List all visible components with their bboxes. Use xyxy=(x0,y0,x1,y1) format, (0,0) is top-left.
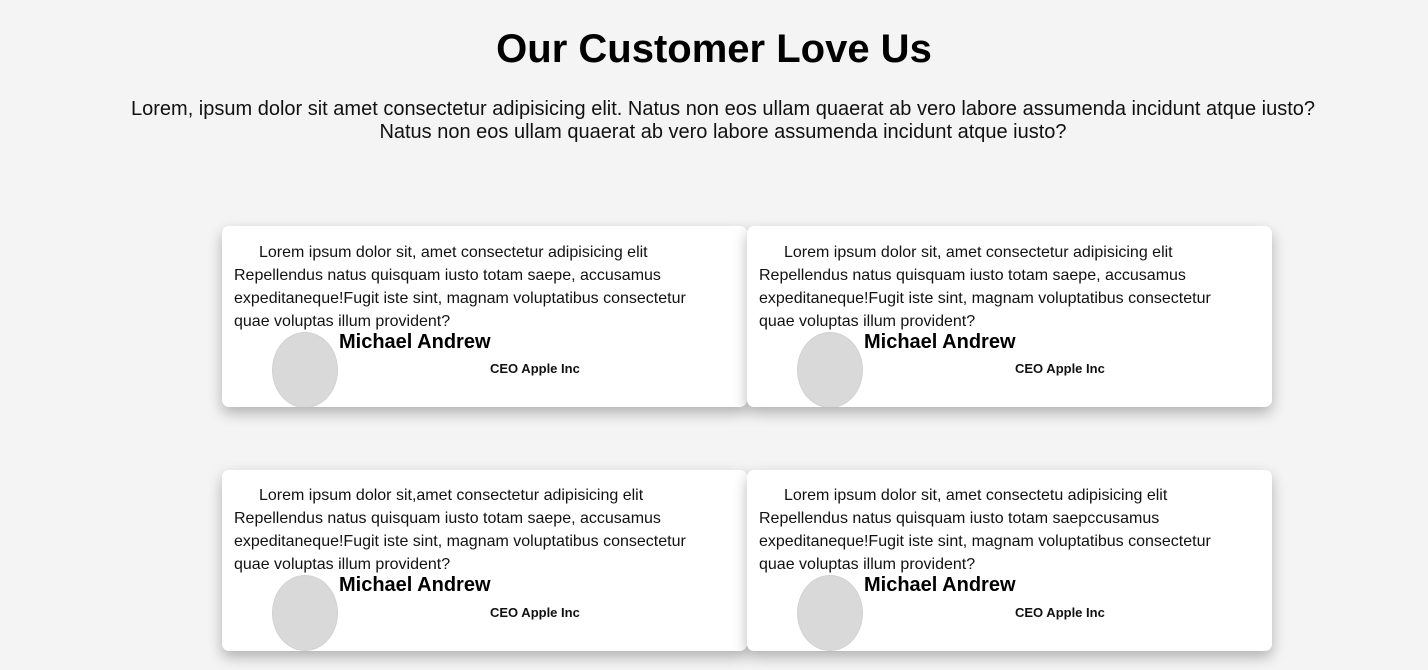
testimonial-text: Lorem ipsum dolor sit, amet consectetur … xyxy=(759,244,1211,330)
avatar xyxy=(797,575,863,651)
author-role: CEO Apple Inc xyxy=(490,605,580,620)
page-subtitle: Lorem, ipsum dolor sit amet consectetur … xyxy=(131,98,1315,143)
author-role: CEO Apple Inc xyxy=(490,361,580,376)
testimonial-card: Lorem ipsum dolor sit, amet consectetur … xyxy=(222,226,747,407)
testimonial-card: Lorem ipsum dolor sit, amet consectetu a… xyxy=(747,470,1272,651)
testimonial-text: Lorem ipsum dolor sit,amet consectetur a… xyxy=(234,487,686,573)
page-title: Our Customer Love Us xyxy=(496,27,932,71)
author-name: Michael Andrew xyxy=(864,574,1016,596)
avatar xyxy=(797,332,863,407)
testimonial-text: Lorem ipsum dolor sit, amet consectetur … xyxy=(234,244,686,330)
author-role: CEO Apple Inc xyxy=(1015,605,1105,620)
testimonial-card: Lorem ipsum dolor sit, amet consectetur … xyxy=(747,226,1272,407)
avatar xyxy=(272,575,338,651)
testimonial-text: Lorem ipsum dolor sit, amet consectetu a… xyxy=(759,487,1211,573)
author-name: Michael Andrew xyxy=(864,331,1016,353)
author-role: CEO Apple Inc xyxy=(1015,361,1105,376)
testimonial-card: Lorem ipsum dolor sit,amet consectetur a… xyxy=(222,470,747,651)
author-name: Michael Andrew xyxy=(339,574,491,596)
author-name: Michael Andrew xyxy=(339,331,491,353)
avatar xyxy=(272,332,338,407)
